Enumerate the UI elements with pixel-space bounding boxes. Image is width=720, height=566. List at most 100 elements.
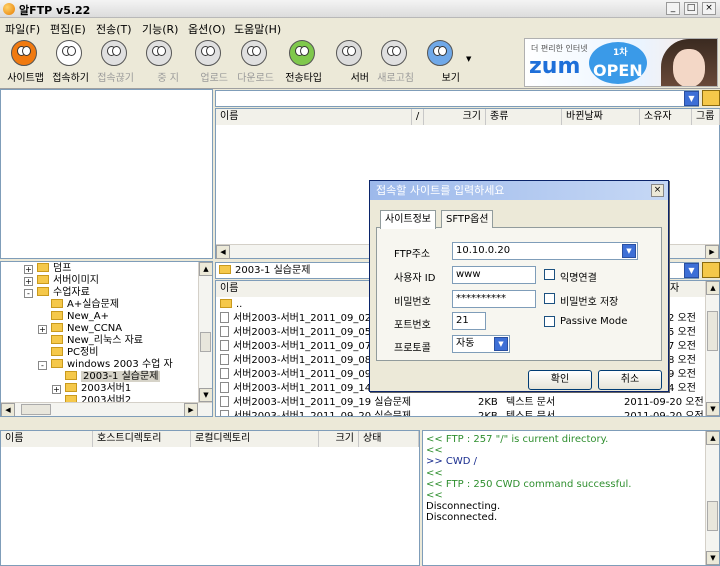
ad-tagline: 더 편리한 인터넷 [531,44,588,53]
transfer-type-icon [289,40,315,66]
stop-button[interactable]: 중 지 [139,39,179,87]
minimize-button[interactable]: _ [666,2,680,15]
upload-icon [195,40,221,66]
folder-icon [51,310,63,320]
file-row[interactable]: 서버2003-서버1_2011_09_09 실 [220,367,384,382]
expand-icon[interactable]: + [52,385,61,394]
connect-icon [56,40,82,66]
download-button[interactable]: 다운로드 [234,39,274,87]
cancel-button[interactable]: 취소 [598,370,662,390]
queue-col-name[interactable]: 이름 [1,431,93,447]
connect-button[interactable]: 접속하기 [49,39,89,87]
text-file-icon [220,325,229,337]
save-password-checkbox[interactable] [544,293,555,304]
server-button[interactable]: 서버 [329,39,369,87]
port-input[interactable]: 21 [452,312,486,330]
horizontal-scrollbar[interactable]: ◀ ▶ [1,402,212,416]
dialog-close-button[interactable]: × [651,184,664,197]
log-line: << FTP : 250 CWD command successful. [426,478,632,490]
transfer-queue[interactable]: 이름 호스트디렉토리 로컬디렉토리 크기 상태 [0,430,420,566]
upload-button[interactable]: 업로드 [188,39,228,87]
dialog-title: 접속할 사이트를 입력하세요 [376,184,505,197]
file-row[interactable]: 서버2003-서버1_2011_09_14 실 [220,381,384,396]
menu-file[interactable]: 파일(F) [5,21,40,37]
file-row[interactable]: 서버2003-서버1_2011_09_07 실 [220,339,384,354]
col-sort[interactable]: / [412,109,424,125]
collapse-icon[interactable]: - [24,289,33,298]
col-type[interactable]: 종류 [486,109,562,125]
menu-edit[interactable]: 편집(E) [50,21,86,37]
log-line: << [426,467,443,479]
stop-label: 중 지 [157,73,179,84]
refresh-label: 새로고침 [377,73,414,84]
file-row[interactable]: 서버2003-서버1_2011_09_05 실 [220,325,384,340]
maximize-button[interactable]: □ [684,2,698,15]
local-folder-tree[interactable]: + 덤프 + 서버이미지 - 수업자료 A+실습문제 New_A+ + New_CCNA New_리… [0,261,213,417]
user-id-input[interactable]: www [452,266,536,284]
refresh-button[interactable]: 새로고침 [374,39,414,87]
ad-banner[interactable]: 더 편리한 인터넷 zum 1차 OPEN [524,38,718,87]
transfer-type-label: 전송타입 [285,73,322,84]
sitemap-button[interactable]: 사이트맵 [4,39,44,87]
file-date: 2011-09-20 오전 [624,397,704,408]
vertical-scrollbar[interactable]: ▲ ▼ [705,431,719,565]
server-label: 서버 [350,73,369,84]
app-icon [3,3,15,15]
vertical-scrollbar[interactable]: ▲ ▼ [705,281,719,416]
vertical-scrollbar[interactable]: ▲ ▼ [198,262,212,402]
remote-path-combo[interactable] [215,90,699,107]
disconnect-button[interactable]: 접속끊기 [94,39,134,87]
chevron-down-icon[interactable]: ▼ [622,244,636,258]
ftp-address-combo[interactable]: 10.10.0.20 [452,242,638,260]
parent-folder-icon[interactable] [702,90,720,106]
tab-sftp-options[interactable]: SFTP옵션 [441,210,494,228]
toolbar-more-icon[interactable]: ▼ [466,55,471,63]
ad-brand: zum [529,54,581,79]
col-size[interactable]: 크기 [424,109,486,125]
chevron-down-icon[interactable]: ▼ [684,91,699,106]
menu-help[interactable]: 도움말(H) [234,21,281,37]
file-date: 4 오전 [668,383,696,394]
queue-col-host-dir[interactable]: 호스트디렉토리 [93,431,191,447]
collapse-icon[interactable]: - [38,361,47,370]
text-file-icon [220,339,229,351]
col-group[interactable]: 그룹 [692,109,720,125]
log-panel[interactable]: << FTP : 257 "/" is current directory. <<… [422,430,720,566]
col-date[interactable]: 바뀐날짜 [562,109,640,125]
queue-col-status[interactable]: 상태 [359,431,419,447]
expand-icon[interactable]: + [24,277,33,286]
transfer-type-button[interactable]: 전송타입 [282,39,322,87]
view-button[interactable]: 보기 [420,39,460,87]
queue-col-local-dir[interactable]: 로컬디렉토리 [191,431,319,447]
chevron-down-icon[interactable]: ▼ [684,263,699,278]
anonymous-checkbox[interactable] [544,269,555,280]
expand-icon[interactable]: + [38,325,47,334]
ok-button[interactable]: 확인 [528,370,592,390]
col-owner[interactable]: 소유자 [640,109,692,125]
expand-icon[interactable]: + [24,265,33,274]
menu-function[interactable]: 기능(R) [142,21,178,37]
file-row[interactable]: .. [220,298,242,312]
file-type: 텍스트 문서 [506,397,556,408]
text-file-icon [220,381,229,393]
queue-col-size[interactable]: 크기 [319,431,359,447]
passive-mode-checkbox[interactable] [544,316,555,327]
tree-item-label: 서버이미지 [53,275,99,286]
file-row[interactable]: 서버2003-서버1_2011_09_08 실 [220,353,384,368]
col-name[interactable]: 이름 [216,109,412,125]
close-button[interactable]: × [702,2,716,15]
chevron-down-icon[interactable]: ▼ [494,337,508,351]
menu-transfer[interactable]: 전송(T) [96,21,132,37]
site-list-panel[interactable] [0,89,213,259]
tab-site-info[interactable]: 사이트정보 [380,210,436,229]
menu-options[interactable]: 옵션(O) [188,21,225,37]
password-input[interactable]: ********** [452,290,536,308]
ftp-address-label: FTP주소 [394,249,431,260]
disconnect-icon [101,40,127,66]
file-name: 서버2003-서버1_2011_09_02 실 [233,313,384,324]
file-row[interactable]: 서버2003-서버1_2011_09_02 실 [220,311,384,326]
file-row[interactable]: 서버2003-서버1_2011_09_20 실습문제 [220,409,411,416]
file-row[interactable]: 서버2003-서버1_2011_09_19 실습문제 [220,395,411,410]
col-date[interactable]: 자 [666,281,706,297]
parent-folder-icon[interactable] [702,262,720,278]
